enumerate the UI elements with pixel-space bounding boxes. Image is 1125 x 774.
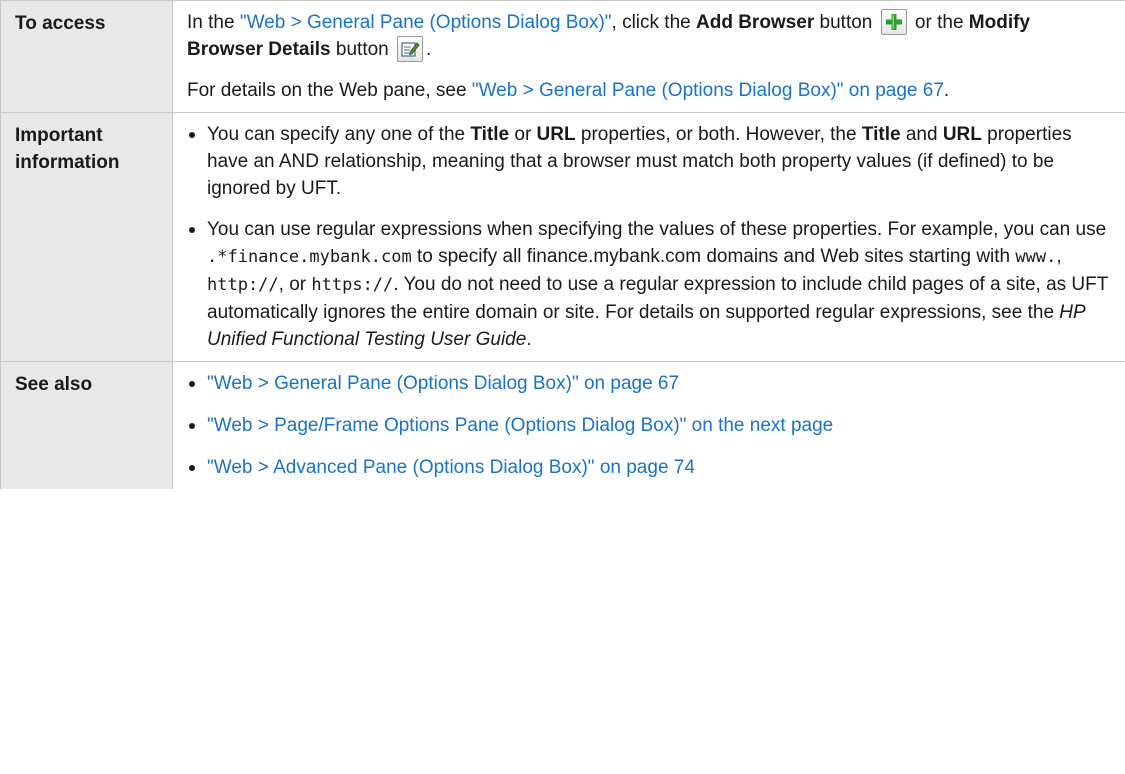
bold-add-browser: Add Browser xyxy=(696,12,815,33)
link-web-general-pane-page-67[interactable]: "Web > General Pane (Options Dialog Box)… xyxy=(472,80,944,101)
access-paragraph-2: For details on the Web pane, see "Web > … xyxy=(187,77,1111,104)
text: and xyxy=(900,124,943,145)
info-bullet-list: You can specify any one of the Title or … xyxy=(187,121,1111,353)
link-see-also-advanced-pane[interactable]: "Web > Advanced Pane (Options Dialog Box… xyxy=(207,457,695,478)
row-content-to-access: In the "Web > General Pane (Options Dial… xyxy=(172,0,1125,113)
list-item: "Web > Page/Frame Options Pane (Options … xyxy=(187,412,1111,439)
row-content-important-information: You can specify any one of the Title or … xyxy=(172,112,1125,362)
text: You can specify any one of the xyxy=(207,124,471,145)
text: , xyxy=(1056,246,1062,267)
text: , or xyxy=(278,274,312,295)
bold-title: Title xyxy=(470,124,510,145)
plus-icon xyxy=(880,9,907,35)
code-regex: .*finance.mybank.com xyxy=(207,247,412,267)
text: In the xyxy=(187,12,240,33)
code-http: http:// xyxy=(207,275,279,295)
bold-url: URL xyxy=(942,124,982,145)
row-label-see-also: See also xyxy=(0,361,173,489)
text: or xyxy=(509,124,537,145)
text: For details on the Web pane, see xyxy=(187,80,472,101)
link-web-general-pane[interactable]: "Web > General Pane (Options Dialog Box)… xyxy=(240,12,612,33)
row-label-to-access: To access xyxy=(0,0,173,113)
bold-url: URL xyxy=(536,124,576,145)
text: . xyxy=(526,329,532,350)
bold-title: Title xyxy=(861,124,901,145)
row-to-access: To access In the "Web > General Pane (Op… xyxy=(0,0,1125,113)
access-paragraph-1: In the "Web > General Pane (Options Dial… xyxy=(187,9,1111,63)
text: . xyxy=(426,39,432,60)
text: to specify all finance.mybank.com domain… xyxy=(411,246,1016,267)
list-item: You can specify any one of the Title or … xyxy=(187,121,1111,202)
link-see-also-page-frame-options[interactable]: "Web > Page/Frame Options Pane (Options … xyxy=(207,415,833,436)
row-see-also: See also "Web > General Pane (Options Di… xyxy=(0,361,1125,489)
row-important-information: Important information You can specify an… xyxy=(0,112,1125,362)
text: . xyxy=(943,80,950,101)
text: , click the xyxy=(611,12,696,33)
edit-details-icon xyxy=(397,36,424,62)
text: button xyxy=(330,39,395,60)
code-www: www. xyxy=(1015,247,1057,267)
text: properties, or both. However, the xyxy=(575,124,862,145)
code-https: https:// xyxy=(311,275,394,295)
link-see-also-general-pane[interactable]: "Web > General Pane (Options Dialog Box)… xyxy=(207,373,679,394)
list-item: You can use regular expressions when spe… xyxy=(187,216,1111,353)
list-item: "Web > Advanced Pane (Options Dialog Box… xyxy=(187,454,1111,481)
list-item: "Web > General Pane (Options Dialog Box)… xyxy=(187,370,1111,397)
info-table: To access In the "Web > General Pane (Op… xyxy=(0,0,1125,489)
see-also-list: "Web > General Pane (Options Dialog Box)… xyxy=(187,370,1111,481)
row-label-important-information: Important information xyxy=(0,112,173,362)
text: You can use regular expressions when spe… xyxy=(207,219,1107,240)
text: or the xyxy=(909,12,969,33)
row-content-see-also: "Web > General Pane (Options Dialog Box)… xyxy=(172,361,1125,489)
text: button xyxy=(814,12,878,33)
